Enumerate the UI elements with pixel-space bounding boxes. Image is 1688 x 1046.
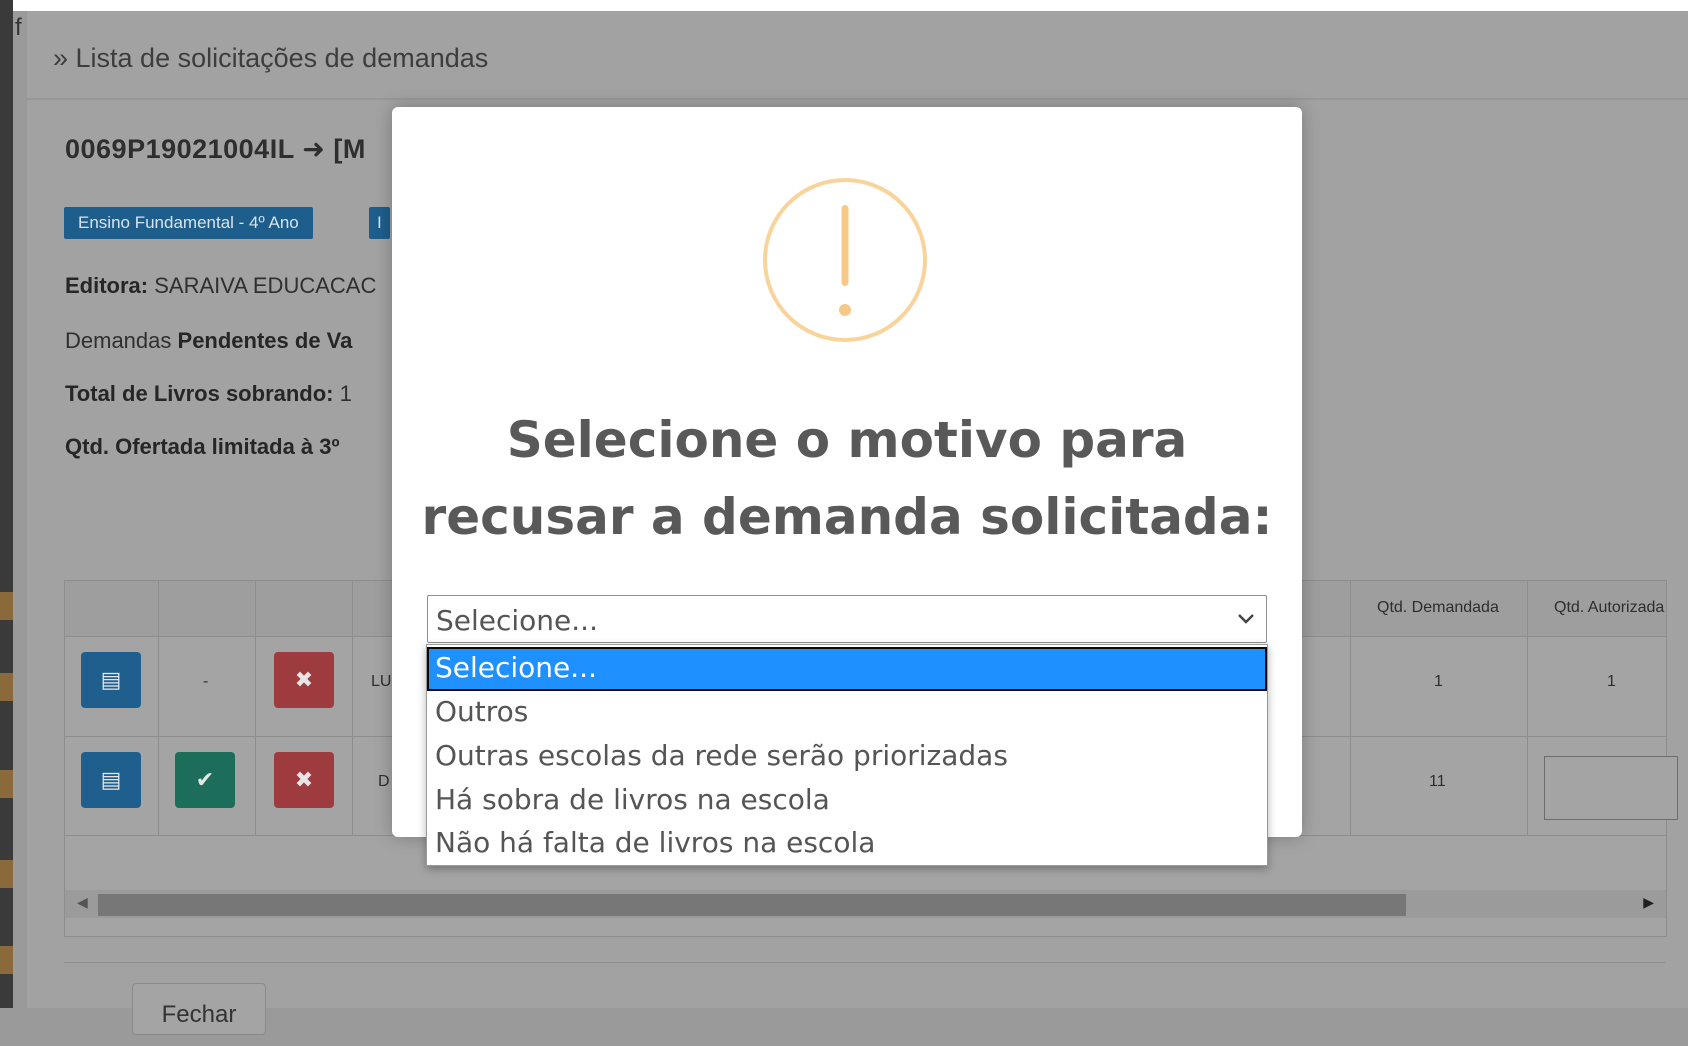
left-sidebar-strip — [0, 0, 13, 1008]
approve-button[interactable]: ✔ — [175, 752, 235, 808]
pdf-icon: ▤ — [100, 767, 122, 792]
reason-option[interactable]: Outros — [427, 691, 1267, 735]
check-icon: ✔ — [195, 767, 215, 792]
grade-badge: Ensino Fundamental - 4º Ano — [64, 207, 313, 239]
editora-label: Editora: — [65, 273, 149, 298]
table-divider — [352, 581, 353, 835]
reason-option[interactable]: Outras escolas da rede serão priorizadas — [427, 735, 1267, 779]
reason-option[interactable]: Não há falta de livros na escola — [427, 822, 1267, 866]
reason-select-value: Selecione... — [436, 604, 598, 637]
sidebar-tag — [0, 770, 13, 798]
table-divider — [158, 581, 159, 835]
reject-button[interactable]: ✖ — [274, 752, 334, 808]
scroll-right-icon[interactable]: ▶ — [1643, 894, 1654, 911]
qtd-demandada-cell: 1 — [1434, 673, 1443, 690]
pdf-button[interactable]: ▤ — [81, 652, 141, 708]
page-title: » Lista de solicitações de demandas — [53, 43, 489, 73]
name-cell: LU — [371, 673, 392, 690]
name-cell: D — [378, 773, 390, 790]
extra-badge: I — [369, 207, 390, 239]
editora-line: Editora: SARAIVA EDUCACAC — [65, 273, 376, 299]
exclamation-circle-icon — [763, 178, 927, 342]
reason-options-list[interactable]: Selecione... Outros Outras escolas da re… — [426, 644, 1268, 866]
scrollbar-thumb[interactable] — [98, 894, 1406, 916]
modal-title-line1: Selecione o motivo para — [506, 411, 1188, 469]
panel-header: » Lista de solicitações de demandas — [27, 11, 1688, 100]
qtd-autorizada-input[interactable] — [1544, 756, 1678, 820]
table-divider — [255, 581, 256, 835]
demandas-status: Pendentes de Va — [177, 328, 353, 353]
col-qtd-demandada: Qtd. Demandada — [1377, 599, 1499, 616]
total-value: 1 — [339, 381, 352, 406]
reject-button[interactable]: ✖ — [274, 652, 334, 708]
sidebar-tag — [0, 860, 13, 888]
sidebar-tag — [0, 673, 13, 701]
modal-title: Selecione o motivo para recusar a demand… — [412, 402, 1282, 556]
table-divider — [1350, 581, 1351, 835]
sidebar-tag — [0, 946, 13, 974]
qtd-autorizada-cell: 1 — [1607, 673, 1616, 690]
total-label: Total de Livros sobrando: — [65, 381, 334, 406]
corner-letter: f — [15, 14, 22, 41]
sidebar-tag — [0, 592, 13, 620]
reason-select[interactable]: Selecione... — [427, 595, 1267, 643]
chevron-down-icon — [1238, 614, 1254, 624]
qtd-demandada-cell: 11 — [1429, 773, 1446, 790]
close-icon: ✖ — [294, 767, 314, 792]
demandas-text: Demandas — [65, 328, 172, 353]
reason-option[interactable]: Selecione... — [427, 647, 1267, 691]
table-divider — [1527, 581, 1528, 835]
footer-divider — [64, 962, 1665, 963]
close-button[interactable]: Fechar — [132, 983, 266, 1035]
total-line: Total de Livros sobrando: 1 — [65, 381, 352, 407]
col-qtd-autorizada: Qtd. Autorizada — [1554, 599, 1665, 616]
editora-value: SARAIVA EDUCACAC — [154, 273, 377, 298]
pdf-icon: ▤ — [100, 667, 122, 692]
scroll-left-icon[interactable]: ◀ — [77, 894, 88, 911]
qtd-ofertada-line: Qtd. Ofertada limitada à 3º — [65, 434, 340, 460]
qtd-ofertada-label: Qtd. Ofertada limitada à 3º — [65, 434, 340, 459]
demand-code-title: 0069P19021004IL ➜ [M — [65, 134, 366, 164]
top-strip — [0, 0, 1688, 11]
reason-option[interactable]: Há sobra de livros na escola — [427, 779, 1267, 823]
horizontal-scrollbar[interactable]: ◀ ▶ — [65, 890, 1666, 918]
status-cell: - — [203, 673, 209, 690]
close-icon: ✖ — [294, 667, 314, 692]
demandas-line: Demandas Pendentes de Va — [65, 328, 352, 354]
modal-title-line2: recusar a demanda solicitada: — [421, 488, 1273, 546]
pdf-button[interactable]: ▤ — [81, 752, 141, 808]
